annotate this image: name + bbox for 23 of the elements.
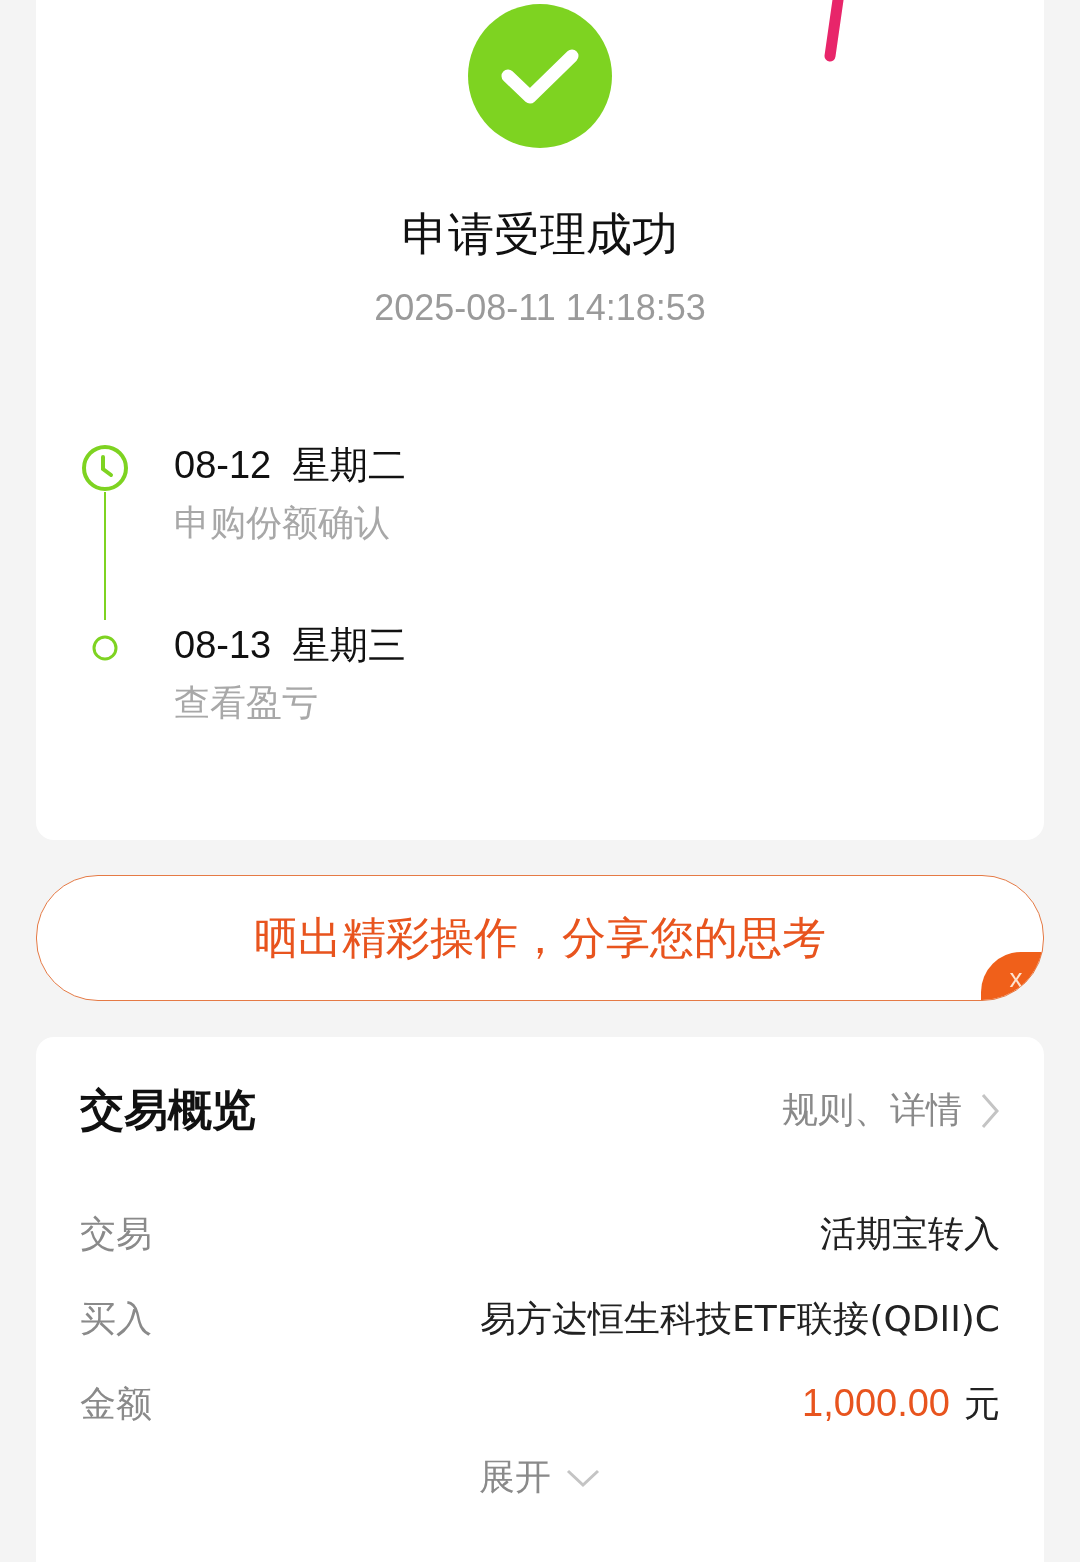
row-label: 金额 bbox=[80, 1382, 152, 1426]
expand-button[interactable]: 展开 bbox=[479, 1453, 601, 1502]
result-title: 申请受理成功 bbox=[402, 206, 678, 263]
row-value: 易方达恒生科技ETF联接(QDII)C bbox=[480, 1297, 1000, 1341]
success-check-icon bbox=[468, 4, 612, 148]
timeline-date: 08-12 星期二 bbox=[174, 443, 407, 488]
currency-unit: 元 bbox=[964, 1383, 1000, 1424]
timeline-step: 申购份额确认 bbox=[174, 498, 407, 548]
row-label: 买入 bbox=[80, 1297, 152, 1341]
chevron-right-icon bbox=[980, 1091, 1000, 1130]
result-time: 2025-08-11 14:18:53 bbox=[374, 286, 706, 330]
section-title: 交易概览 bbox=[80, 1083, 256, 1137]
share-banner[interactable]: 晒出精彩操作，分享您的思考 x bbox=[36, 875, 1044, 1001]
share-text: 晒出精彩操作，分享您的思考 bbox=[254, 910, 826, 965]
timeline-dot-icon bbox=[91, 634, 119, 662]
close-button[interactable]: x bbox=[981, 952, 1043, 1000]
row-label: 交易 bbox=[80, 1212, 152, 1256]
rules-details-link[interactable]: 规则、详情 bbox=[782, 1086, 1000, 1135]
timeline-date: 08-13 星期三 bbox=[174, 623, 407, 668]
row-value: 活期宝转入 bbox=[820, 1212, 1000, 1256]
amount-value: 1,000.00 bbox=[802, 1382, 950, 1424]
timeline-step: 查看盈亏 bbox=[174, 678, 407, 728]
chevron-down-icon bbox=[565, 1467, 601, 1488]
